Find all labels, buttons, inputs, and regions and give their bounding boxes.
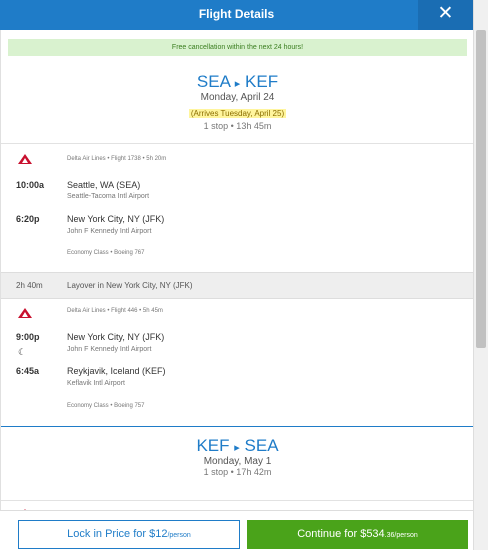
destination-code: KEF <box>245 72 279 91</box>
segment-1-carrier: Delta Air Lines • Flight 1738 • 5h 20m <box>67 156 167 162</box>
arrival-date-highlight: (Arrives Tuesday, April 25) <box>188 109 287 118</box>
outbound-stops: 1 stop • 13h 45m <box>203 121 272 131</box>
segment-2-arrive-airport: Keflavik Intl Airport <box>67 380 125 387</box>
segment-1-depart-airport: Seattle-Tacoma Intl Airport <box>67 193 150 200</box>
segment-1-arrive-airport: John F Kennedy Intl Airport <box>67 228 152 235</box>
continue-button[interactable]: Continue for $534.36/person <box>247 520 468 549</box>
booking-footer: Lock in Price for $12/person Continue fo… <box>0 510 473 550</box>
destination-code: SEA <box>244 436 279 455</box>
segment-2-arrive-time: 6:45a <box>16 366 40 376</box>
return-route-header: KEF ▸ SEA Monday, May 1 1 stop • 17h 42m <box>1 436 473 477</box>
origin-code: SEA <box>196 72 231 91</box>
segment-1-depart-city: Seattle, WA (SEA) <box>67 180 141 190</box>
layover-row: 2h 40m Layover in New York City, NY (JFK… <box>1 272 473 299</box>
divider <box>1 500 473 501</box>
close-button[interactable]: ✕ <box>418 0 473 30</box>
segment-2-depart-time: 9:00p <box>16 332 40 342</box>
segment-2-arrive-city: Reykjavik, Iceland (KEF) <box>67 366 166 376</box>
close-icon: ✕ <box>437 3 454 24</box>
cancellation-notice: Free cancellation within the next 24 hou… <box>8 39 467 56</box>
route-arrow-icon: ▸ <box>234 442 240 454</box>
segment-2-aircraft: Economy Class • Boeing 757 <box>67 403 145 409</box>
dialog-title: Flight Details <box>198 7 275 21</box>
lock-in-price-unit: /person <box>167 532 191 539</box>
layover-location: Layover in New York City, NY (JFK) <box>67 281 193 290</box>
return-stops: 1 stop • 17h 42m <box>203 467 272 477</box>
return-date: Monday, May 1 <box>203 456 272 467</box>
lock-in-price-label: Lock in Price for $12 <box>67 528 168 540</box>
segment-1-aircraft: Economy Class • Boeing 767 <box>67 250 145 256</box>
delta-logo-icon <box>18 154 32 164</box>
segment-2-depart-airport: John F Kennedy Intl Airport <box>67 346 152 353</box>
origin-code: KEF <box>196 436 230 455</box>
continue-price-label: Continue for $534 <box>297 528 385 540</box>
return-route-codes: KEF ▸ SEA <box>1 436 473 456</box>
outbound-route-codes: SEA ▸ KEF <box>1 72 473 92</box>
return-divider <box>1 426 473 427</box>
moon-icon: ☾ <box>18 347 27 357</box>
layover-duration: 2h 40m <box>16 281 43 290</box>
segment-2-depart-city: New York City, NY (JFK) <box>67 332 165 342</box>
outbound-route-header: SEA ▸ KEF Monday, April 24 (Arrives Tues… <box>1 72 473 131</box>
segment-2-carrier: Delta Air Lines • Flight 446 • 5h 45m <box>67 308 163 314</box>
continue-price-unit: .36/person <box>384 532 418 539</box>
segment-1-depart-time: 10:00a <box>16 180 45 190</box>
segment-1-arrive-time: 6:20p <box>16 214 40 224</box>
segment-1-arrive-city: New York City, NY (JFK) <box>67 214 165 224</box>
route-arrow-icon: ▸ <box>234 78 241 90</box>
lock-in-price-button[interactable]: Lock in Price for $12/person <box>18 520 240 549</box>
dialog-header: Flight Details ✕ <box>0 0 473 30</box>
flight-details-panel[interactable]: Free cancellation within the next 24 hou… <box>0 30 473 520</box>
delta-logo-icon <box>18 308 32 318</box>
outbound-date: Monday, April 24 <box>200 92 275 103</box>
divider <box>1 143 473 144</box>
scrollbar-thumb[interactable] <box>476 30 486 348</box>
